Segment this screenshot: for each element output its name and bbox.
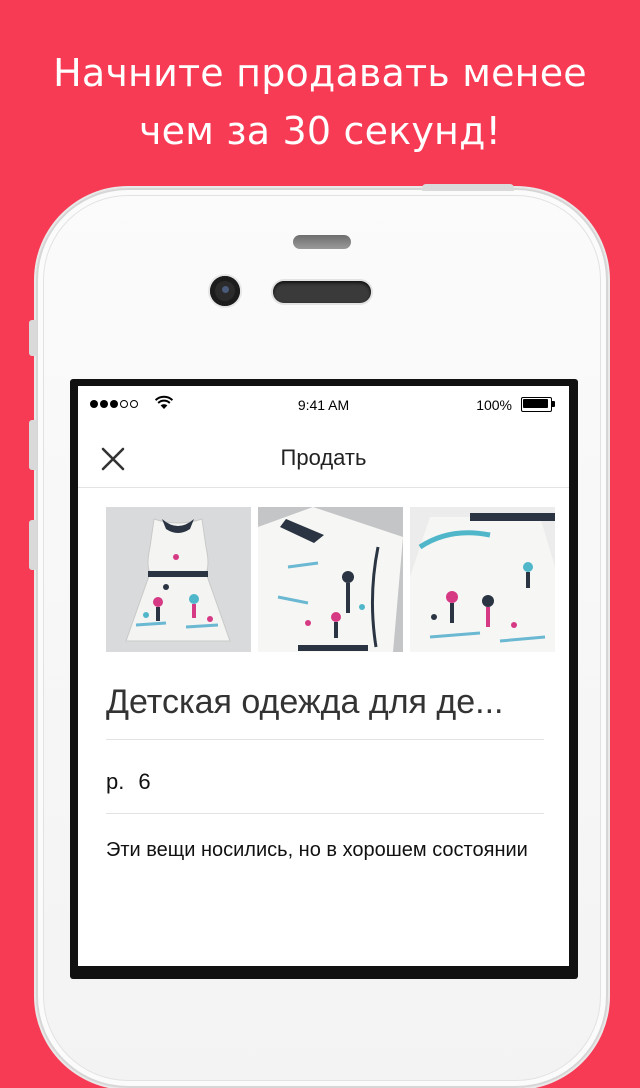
earpiece-speaker <box>273 281 371 303</box>
listing-title-value: Детская одежда для де... <box>106 683 504 721</box>
mute-switch <box>29 320 37 356</box>
front-camera <box>210 276 240 306</box>
nav-bar: Продать <box>78 422 569 488</box>
status-bar: 9:41 AM 100% <box>78 386 569 422</box>
description-value: Эти вещи носились, но в хорошем состояни… <box>106 839 528 861</box>
nav-right-area <box>422 422 553 484</box>
battery-icon <box>521 397 555 412</box>
listing-title-field[interactable]: Детская одежда для де... <box>106 660 544 740</box>
size-label: р. <box>106 769 125 794</box>
photo-strip <box>106 507 555 652</box>
battery-percentage: 100% <box>476 397 512 413</box>
volume-up-button <box>29 420 37 470</box>
proximity-sensor <box>293 235 351 249</box>
headline-line-2: чем за 30 секунд! <box>138 109 502 153</box>
size-value: 6 <box>138 769 151 794</box>
dress-side-photo[interactable] <box>410 507 555 652</box>
headline-line-1: Начните продавать менее <box>53 51 587 95</box>
power-button <box>422 184 514 191</box>
volume-down-button <box>29 520 37 570</box>
dress-detail-photo[interactable] <box>258 507 403 652</box>
size-field[interactable]: р. 6 <box>106 741 544 814</box>
app-screen: 9:41 AM 100% Продать Детская одежда для … <box>78 386 569 966</box>
promo-headline: Начните продавать менее чем за 30 секунд… <box>0 44 640 160</box>
dress-front-photo[interactable] <box>106 507 251 652</box>
description-field[interactable]: Эти вещи носились, но в хорошем состояни… <box>106 836 544 865</box>
